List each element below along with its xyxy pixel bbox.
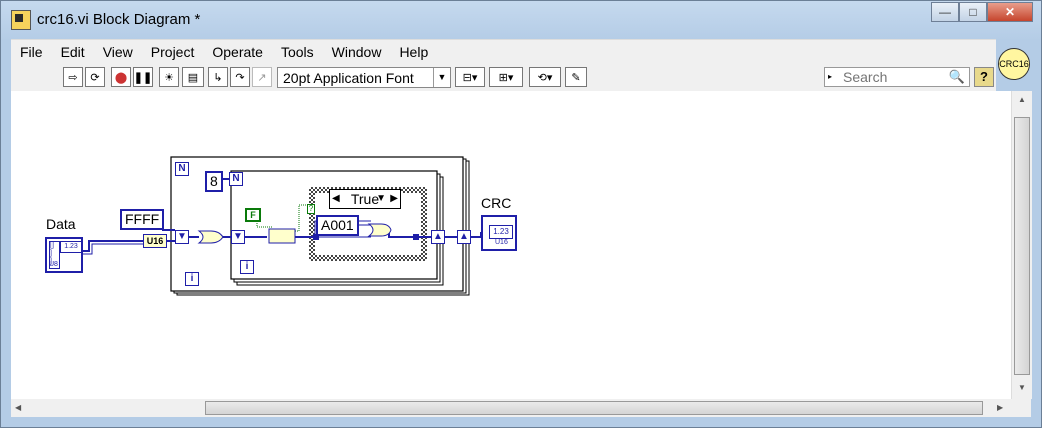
vertical-scrollbar[interactable]: ▲ ▼ [1011, 91, 1032, 399]
toolbar: ⇨ ⟳ ⬤ ❚❚ ☀ ▤ ↳ ↷ ↗ 20pt Application Font… [11, 63, 996, 92]
data-control-label: Data [46, 216, 76, 232]
vi-connector-icon[interactable]: CRC16 [998, 48, 1030, 80]
font-selector-value: 20pt Application Font [283, 70, 414, 86]
menu-window[interactable]: Window [323, 44, 391, 60]
maximize-button[interactable]: □ [959, 2, 987, 22]
xor-node-1 [197, 230, 224, 244]
distribute-objects-icon[interactable]: ⊞▾ [489, 67, 523, 87]
search-box[interactable]: ▸ 🔍 [824, 67, 970, 87]
menu-tools[interactable]: Tools [272, 44, 323, 60]
crc-numeric-display: 1.23 [489, 225, 513, 239]
case-selector[interactable]: ◀ True ▼ ▶ [329, 189, 401, 209]
search-options-icon[interactable]: ▸ [828, 72, 832, 81]
inner-shift-register-right: ▲ [431, 230, 445, 244]
menu-view[interactable]: View [94, 44, 142, 60]
title-bar: crc16.vi Block Diagram * — □ ✕ [1, 1, 1041, 37]
window-controls: — □ ✕ [931, 2, 1033, 24]
horizontal-scrollbar[interactable]: ◀ ▶ [11, 399, 1011, 417]
data-type-label: U8 [49, 261, 58, 268]
step-over-icon[interactable]: ↷ [230, 67, 250, 87]
run-continuously-icon[interactable]: ⟳ [85, 67, 105, 87]
align-objects-icon[interactable]: ⊟▾ [455, 67, 485, 87]
clean-up-diagram-icon[interactable]: ✎ [565, 67, 587, 87]
menu-bar: File Edit View Project Operate Tools Win… [11, 39, 996, 64]
case-dropdown-icon[interactable]: ▼ [376, 190, 386, 208]
scroll-right-icon[interactable]: ▶ [997, 403, 1003, 412]
scroll-down-icon[interactable]: ▼ [1018, 383, 1026, 392]
polynomial-constant[interactable]: A001 [316, 215, 359, 236]
outer-shift-register-right: ▲ [457, 230, 471, 244]
menu-operate[interactable]: Operate [203, 44, 272, 60]
menu-edit[interactable]: Edit [52, 44, 94, 60]
chevron-down-icon: ▼ [433, 68, 450, 87]
outer-shift-register-left: ▼ [175, 230, 189, 244]
case-prev-arrow-icon[interactable]: ◀ [332, 190, 340, 208]
step-into-icon[interactable]: ↳ [208, 67, 228, 87]
labview-app-icon [11, 10, 31, 30]
horizontal-scroll-thumb[interactable] [205, 401, 983, 415]
close-button[interactable]: ✕ [987, 2, 1033, 22]
retain-wire-values-icon[interactable]: ▤ [182, 67, 204, 87]
search-input[interactable] [843, 69, 943, 85]
outer-loop-count-terminal[interactable]: N [175, 162, 189, 176]
run-arrow-icon[interactable]: ⇨ [63, 67, 83, 87]
case-next-arrow-icon[interactable]: ▶ [390, 190, 398, 208]
menu-file[interactable]: File [11, 44, 52, 60]
vertical-scroll-thumb[interactable] [1014, 117, 1030, 375]
inner-loop-count-terminal[interactable]: N [229, 172, 243, 186]
context-help-button[interactable]: ? [974, 67, 994, 87]
scroll-left-icon[interactable]: ◀ [15, 403, 21, 412]
to-u16-node[interactable]: U16 [143, 234, 167, 248]
scroll-up-icon[interactable]: ▲ [1018, 95, 1026, 104]
search-icon[interactable]: 🔍 [949, 69, 965, 85]
menu-project[interactable]: Project [142, 44, 204, 60]
crc-type-label: U16 [495, 239, 508, 246]
inner-loop-iteration-terminal: i [240, 260, 254, 274]
menu-help[interactable]: Help [390, 44, 437, 60]
crc-indicator-label: CRC [481, 195, 512, 211]
scrollbar-corner [1011, 399, 1031, 417]
crc-indicator[interactable]: 1.23 U16 [481, 215, 517, 251]
pause-icon[interactable]: ❚❚ [133, 67, 153, 87]
window-title: crc16.vi Block Diagram * [37, 11, 201, 28]
split-number-node [268, 228, 296, 244]
case-selector-terminal: ? [307, 204, 315, 214]
font-selector[interactable]: 20pt Application Font ▼ [277, 67, 451, 88]
ffff-constant[interactable]: FFFF [120, 209, 165, 230]
outer-loop-iteration-terminal: i [185, 272, 199, 286]
block-diagram-canvas[interactable]: Data []]] 1.23 U8 FFFF U16 N i ▼ ▲ 8 N i… [11, 91, 1011, 399]
labview-window: crc16.vi Block Diagram * — □ ✕ File Edit… [0, 0, 1042, 428]
false-constant[interactable]: F [245, 208, 261, 222]
reorder-icon[interactable]: ⟲▾ [529, 67, 561, 87]
abort-icon[interactable]: ⬤ [111, 67, 131, 87]
data-numeric-display: 1.23 [60, 241, 82, 253]
case-selector-value: True [350, 191, 380, 207]
inner-shift-register-left: ▼ [231, 230, 245, 244]
step-out-icon[interactable]: ↗ [252, 67, 272, 87]
data-array-control[interactable]: []]] 1.23 U8 [45, 237, 83, 273]
minimize-button[interactable]: — [931, 2, 959, 22]
highlight-execution-icon[interactable]: ☀ [159, 67, 179, 87]
inner-count-constant[interactable]: 8 [205, 171, 223, 192]
